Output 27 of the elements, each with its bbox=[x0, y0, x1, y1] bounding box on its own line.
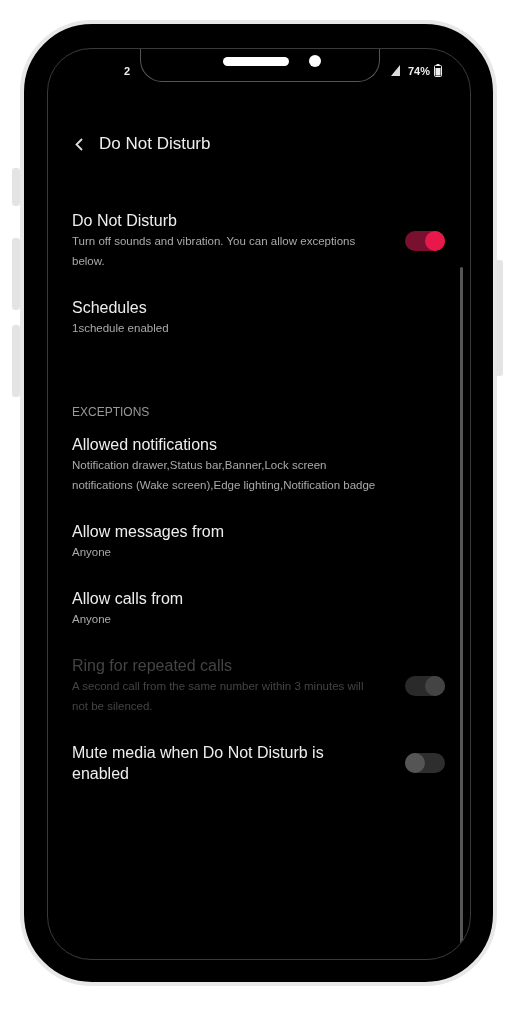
battery-icon bbox=[434, 64, 442, 78]
status-time: 2 bbox=[124, 63, 131, 79]
setting-title[interactable]: Allow messages from bbox=[72, 521, 392, 542]
side-button[interactable] bbox=[12, 238, 20, 310]
setting-title[interactable]: Allowed notifications bbox=[72, 434, 392, 455]
setting-description: A second call from the same number within 3 minutes will not be silenced. bbox=[72, 679, 365, 714]
toggle-switch[interactable] bbox=[405, 230, 445, 251]
side-button[interactable] bbox=[495, 260, 503, 376]
back-icon[interactable] bbox=[75, 137, 83, 151]
battery-level: 74% bbox=[407, 63, 430, 79]
setting-title[interactable]: Mute media when Do Not Disturb is enabled bbox=[72, 742, 383, 784]
setting-title[interactable]: Do Not Disturb bbox=[72, 210, 383, 231]
speaker-icon bbox=[223, 57, 289, 66]
setting-description: Anyone bbox=[72, 545, 112, 560]
page-title: Do Not Disturb bbox=[99, 133, 211, 156]
side-button[interactable] bbox=[12, 168, 20, 206]
signal-icon bbox=[390, 65, 400, 77]
setting-description: Notification drawer,Status bar,Banner,Lock screen notifications (Wake screen),Edge lighting,Notification badge bbox=[72, 458, 377, 493]
setting-description: Anyone bbox=[72, 612, 112, 627]
section-header: EXCEPTIONS bbox=[72, 404, 151, 421]
camera-icon bbox=[309, 55, 321, 67]
setting-description: 1schedule enabled bbox=[72, 321, 170, 336]
side-button[interactable] bbox=[12, 325, 20, 397]
setting-description: Turn off sounds and vibration. You can allow exceptions below. bbox=[72, 234, 357, 269]
setting-title[interactable]: Allow calls from bbox=[72, 588, 392, 609]
setting-title[interactable]: Schedules bbox=[72, 297, 392, 318]
toggle-switch[interactable] bbox=[405, 753, 445, 773]
